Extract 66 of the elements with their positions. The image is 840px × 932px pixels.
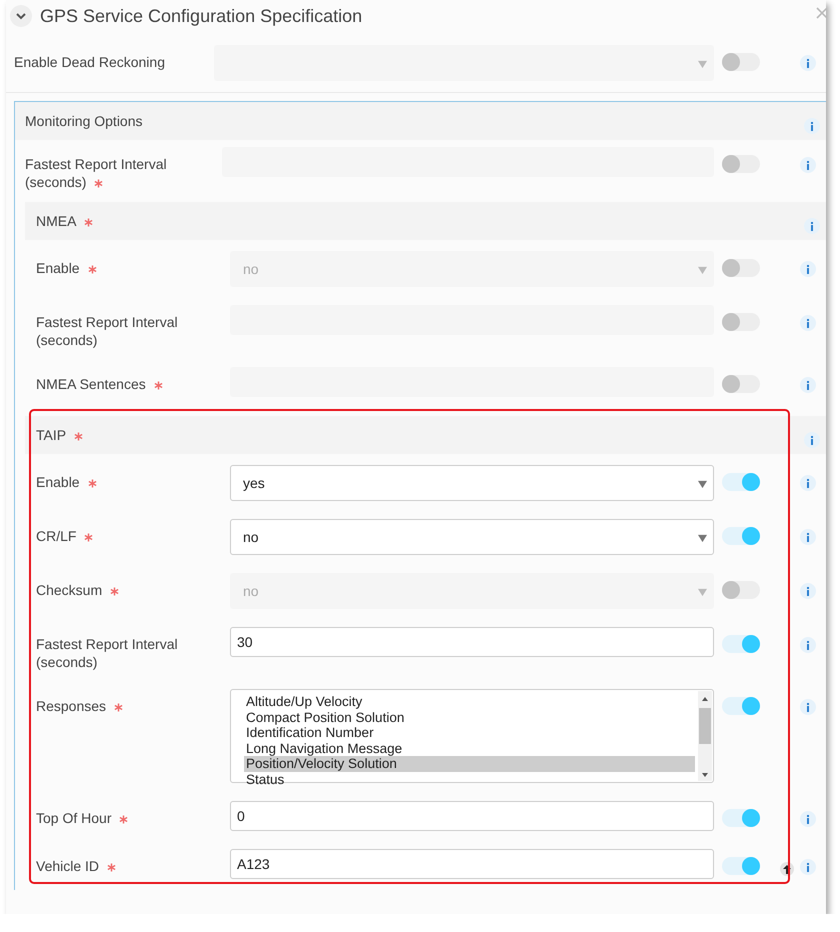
toggle-switch[interactable] (722, 473, 760, 491)
required-asterisk-icon (84, 218, 94, 227)
info-icon[interactable] (804, 218, 820, 234)
required-asterisk-icon (114, 702, 124, 712)
scrollbar[interactable] (698, 691, 712, 781)
field-label: Fastest Report Interval (seconds) (36, 313, 179, 349)
info-icon[interactable] (804, 432, 820, 448)
list-option[interactable]: Long Navigation Message (244, 740, 695, 756)
field-label: Vehicle ID (36, 849, 230, 875)
field-label: Enable Dead Reckoning (14, 53, 166, 71)
toggle-switch[interactable] (722, 635, 760, 653)
field-label: Checksum (36, 573, 230, 599)
list-option[interactable]: Identification Number (244, 725, 695, 740)
field-label: Responses (36, 689, 230, 715)
required-asterisk-icon (110, 586, 120, 596)
caret-icon (698, 588, 707, 597)
select-field[interactable]: no (230, 519, 714, 555)
info-icon[interactable] (800, 315, 816, 331)
info-icon[interactable] (800, 261, 816, 277)
field-label: CR/LF (36, 519, 230, 545)
toggle-switch[interactable] (722, 857, 760, 875)
field-label: Enable (36, 251, 230, 277)
list-box[interactable]: Altitude/Up Velocity Compact Position Solution Identification Number Long Navigation Message Position/Velocity Solution Status (230, 689, 714, 783)
required-asterisk-icon (119, 814, 128, 824)
input-field[interactable]: A123 (230, 849, 714, 879)
info-icon[interactable] (800, 475, 816, 491)
required-asterisk-icon (107, 862, 116, 872)
toggle-switch[interactable] (722, 809, 760, 827)
info-icon[interactable] (800, 859, 816, 875)
info-icon[interactable] (800, 811, 816, 827)
chevron-icon[interactable] (10, 5, 32, 27)
section-title: Monitoring Options (25, 113, 143, 129)
info-icon[interactable] (804, 118, 820, 134)
window-title: GPS Service Configuration Specification (40, 6, 362, 26)
field-label: Enable (36, 465, 230, 491)
required-asterisk-icon (94, 178, 104, 188)
field-label: Fastest Report Interval (seconds) (36, 635, 179, 671)
required-asterisk-icon (74, 432, 84, 441)
list-option[interactable]: Compact Position Solution (244, 710, 695, 725)
group-title: TAIP (36, 427, 84, 443)
required-asterisk-icon (154, 380, 163, 390)
required-asterisk-icon (88, 264, 97, 274)
field-label: Top Of Hour (36, 801, 230, 827)
info-icon[interactable] (800, 157, 816, 173)
list-option[interactable]: Altitude/Up Velocity (244, 694, 695, 710)
info-icon[interactable] (800, 529, 816, 545)
caret-icon (698, 60, 707, 69)
required-asterisk-icon (88, 478, 97, 488)
list-option[interactable]: Position/Velocity Solution (244, 756, 695, 772)
caret-icon (698, 534, 707, 543)
toggle-switch[interactable] (722, 527, 760, 545)
info-icon[interactable] (800, 377, 816, 393)
group-title: NMEA (36, 213, 94, 229)
required-asterisk-icon (84, 532, 94, 542)
select-field[interactable]: yes (230, 465, 714, 501)
info-icon[interactable] (800, 55, 816, 71)
info-icon[interactable] (800, 699, 816, 715)
input-field[interactable]: 0 (230, 801, 714, 831)
caret-icon (698, 266, 707, 275)
caret-icon (698, 480, 707, 489)
info-icon[interactable] (800, 583, 816, 599)
field-label: Fastest Report Interval (seconds) (25, 155, 168, 191)
info-icon[interactable] (800, 637, 816, 653)
toggle-switch[interactable] (722, 697, 760, 715)
input-field[interactable]: 30 (230, 627, 714, 657)
field-label: NMEA Sentences (36, 367, 230, 393)
